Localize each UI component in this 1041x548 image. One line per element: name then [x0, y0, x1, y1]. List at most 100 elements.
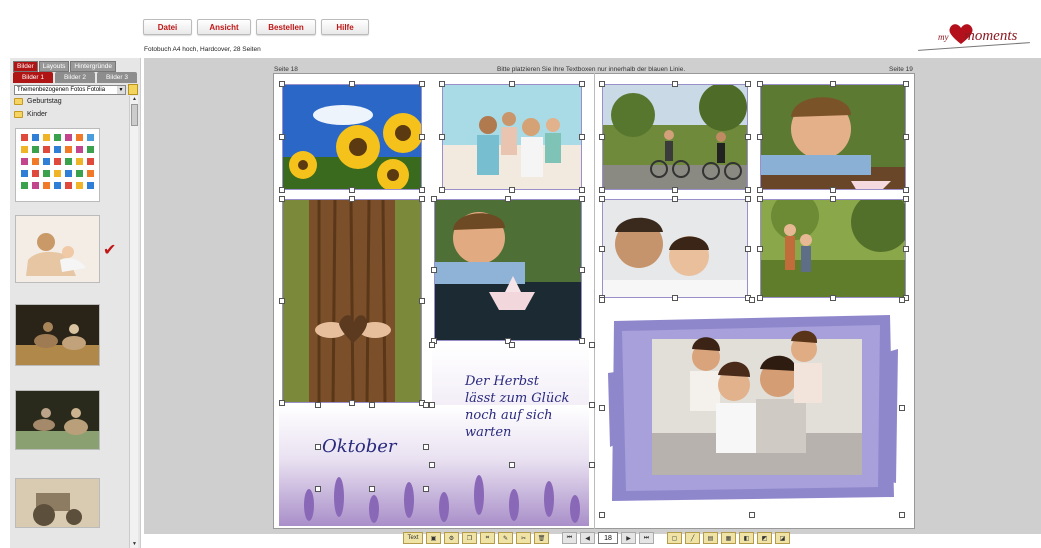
line-icon[interactable]: ╱ — [685, 532, 700, 544]
menu-datei-button[interactable]: Datei — [143, 19, 192, 35]
resize-handle[interactable] — [509, 81, 515, 87]
resize-handle[interactable] — [745, 245, 751, 252]
resize-handle[interactable] — [349, 196, 355, 202]
resize-handle[interactable] — [419, 196, 425, 202]
resize-handle[interactable] — [899, 297, 905, 303]
resize-handle[interactable] — [579, 338, 585, 344]
resize-handle[interactable] — [745, 81, 751, 87]
resize-handle[interactable] — [279, 187, 285, 193]
resize-handle[interactable] — [579, 196, 585, 202]
resize-handle[interactable] — [509, 187, 515, 193]
resize-handle[interactable] — [903, 196, 909, 202]
folder-open-icon[interactable] — [128, 84, 138, 95]
resize-handle[interactable] — [903, 134, 909, 140]
resize-handle[interactable] — [599, 134, 605, 140]
brush-icon[interactable]: ✎ — [498, 532, 513, 544]
text-herbst-block[interactable]: Der Herbst lässt zum Glück noch auf sich… — [465, 373, 569, 441]
library-scrollbar[interactable]: ▲ ▼ — [129, 96, 138, 548]
resize-handle[interactable] — [757, 134, 763, 140]
resize-handle[interactable] — [505, 196, 511, 202]
photo-boy-boat[interactable] — [434, 199, 582, 341]
resize-handle[interactable] — [429, 462, 435, 468]
text-tool-button[interactable]: Text — [403, 532, 423, 544]
menu-bestellen-button[interactable]: Bestellen — [256, 19, 316, 35]
resize-handle[interactable] — [903, 81, 909, 87]
resize-handle[interactable] — [423, 486, 429, 492]
resize-handle[interactable] — [279, 196, 285, 202]
resize-handle[interactable] — [830, 81, 836, 87]
subtab-bilder-1[interactable]: Bilder 1 — [13, 72, 53, 83]
resize-handle[interactable] — [315, 486, 321, 492]
photo-family-framed[interactable] — [608, 313, 898, 503]
grid-icon[interactable]: ▦ — [721, 532, 736, 544]
thumbnail-geese-2[interactable] — [15, 390, 100, 450]
resize-handle[interactable] — [757, 81, 763, 87]
layout-icon[interactable]: ▤ — [703, 532, 718, 544]
layer-back-icon[interactable]: ◪ — [775, 532, 790, 544]
category-select[interactable]: Themenbezogenen Fotos Fotolia ▼ — [14, 85, 126, 95]
resize-handle[interactable] — [903, 245, 909, 252]
resize-handle[interactable] — [672, 187, 678, 193]
resize-handle[interactable] — [899, 404, 905, 411]
menu-ansicht-button[interactable]: Ansicht — [197, 19, 251, 35]
chevron-down-icon[interactable]: ▼ — [117, 86, 125, 94]
folder-item-kinder[interactable]: Kinder — [14, 111, 47, 118]
gear-icon[interactable]: ⚙ — [444, 532, 459, 544]
first-page-icon[interactable]: ⏮ — [562, 532, 577, 544]
image-tool-icon[interactable]: ▣ — [426, 532, 441, 544]
resize-handle[interactable] — [349, 400, 355, 406]
resize-handle[interactable] — [599, 187, 605, 193]
photo-father-son[interactable] — [602, 199, 748, 298]
resize-handle[interactable] — [599, 512, 605, 518]
resize-handle[interactable] — [757, 196, 763, 202]
resize-handle[interactable] — [757, 187, 763, 193]
resize-handle[interactable] — [749, 297, 755, 303]
resize-handle[interactable] — [579, 187, 585, 193]
resize-handle[interactable] — [419, 298, 425, 304]
resize-handle[interactable] — [599, 81, 605, 87]
resize-handle[interactable] — [429, 342, 435, 348]
resize-handle[interactable] — [672, 196, 678, 202]
resize-handle[interactable] — [599, 297, 605, 303]
resize-handle[interactable] — [509, 462, 515, 468]
resize-handle[interactable] — [369, 402, 375, 408]
resize-handle[interactable] — [279, 298, 285, 304]
scroll-up-icon[interactable]: ▲ — [130, 96, 139, 103]
resize-handle[interactable] — [349, 81, 355, 87]
resize-handle[interactable] — [315, 444, 321, 450]
resize-handle[interactable] — [589, 462, 595, 468]
resize-handle[interactable] — [599, 196, 605, 202]
page-number-field[interactable]: 18 — [598, 532, 618, 544]
photo-beach-family[interactable] — [442, 84, 582, 190]
menu-hilfe-button[interactable]: Hilfe — [321, 19, 369, 35]
photo-tree-heart[interactable] — [282, 199, 422, 403]
resize-handle[interactable] — [903, 187, 909, 193]
layer-front-icon[interactable]: ◩ — [757, 532, 772, 544]
subtab-bilder-2[interactable]: Bilder 2 — [55, 72, 95, 83]
resize-handle[interactable] — [431, 196, 437, 202]
resize-handle[interactable] — [439, 134, 445, 140]
resize-handle[interactable] — [579, 267, 585, 273]
resize-handle[interactable] — [672, 295, 678, 301]
resize-handle[interactable] — [315, 402, 321, 408]
photo-boy-table[interactable] — [760, 84, 906, 190]
tab-layouts[interactable]: Layouts — [38, 61, 70, 72]
resize-handle[interactable] — [431, 267, 437, 273]
photo-cyclists[interactable] — [602, 84, 748, 190]
trash-icon[interactable]: 🗑 — [534, 532, 549, 544]
next-page-icon[interactable]: ▶ — [621, 532, 636, 544]
tab-bilder[interactable]: Bilder — [13, 61, 38, 72]
resize-handle[interactable] — [419, 187, 425, 193]
crop-icon[interactable]: ⌗ — [480, 532, 495, 544]
subtab-bilder-3[interactable]: Bilder 3 — [97, 72, 137, 83]
text-oktober[interactable]: Oktober — [322, 436, 397, 457]
scroll-down-icon[interactable]: ▼ — [130, 541, 139, 548]
resize-handle[interactable] — [439, 81, 445, 87]
resize-handle[interactable] — [599, 245, 605, 252]
photo-kids-fishing[interactable] — [760, 199, 906, 298]
prev-page-icon[interactable]: ◀ — [580, 532, 595, 544]
resize-handle[interactable] — [599, 404, 605, 411]
resize-handle[interactable] — [579, 134, 585, 140]
resize-handle[interactable] — [749, 512, 755, 518]
resize-handle[interactable] — [899, 512, 905, 518]
